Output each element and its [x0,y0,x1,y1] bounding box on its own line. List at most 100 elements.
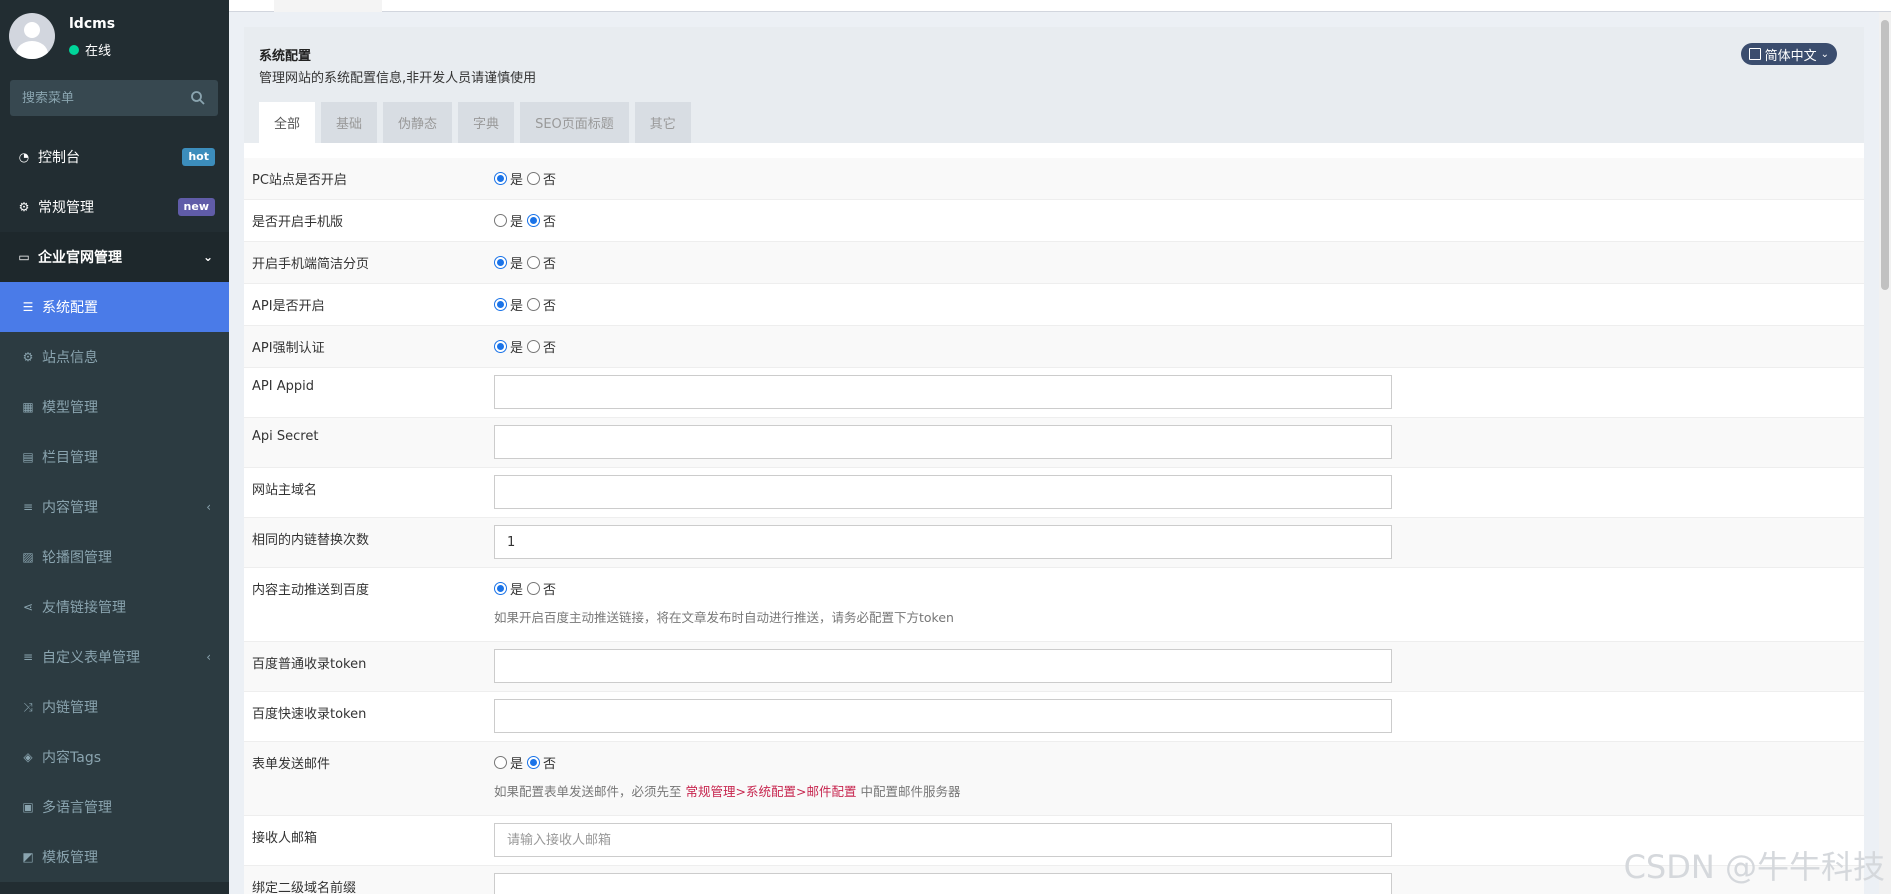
radio-yes[interactable] [494,340,507,353]
sidebar-item-label: 内容管理 [42,500,98,516]
tags-icon: ◈ [23,750,33,764]
radio-no[interactable] [527,340,541,353]
chevron-left-icon: ‹ [206,500,211,514]
online-dot-icon [69,44,79,55]
gear-icon: ⚙ [22,350,34,364]
radio-yes[interactable] [494,172,507,185]
sidebar-item-enterprise[interactable]: ▭ 企业官网管理 ⌄ [0,232,229,282]
radio-yes[interactable] [494,582,507,595]
form-row-baidu-push: 内容主动推送到百度 是 否 如果开启百度主动推送链接，将在文章发布时自动进行推送… [244,568,1864,642]
tab-all[interactable]: 全部 [259,102,316,143]
sidebar-item-site-info[interactable]: ⚙ 站点信息 [0,332,229,382]
domain-input[interactable] [494,475,1392,509]
api-appid-input[interactable] [494,375,1392,409]
scrollbar-thumb[interactable] [1881,20,1889,290]
radio-yes[interactable] [494,214,507,227]
chevron-down-icon: ⌄ [1820,48,1829,60]
sidebar-item-label: 栏目管理 [42,450,98,466]
field-label: 相同的内链替换次数 [252,533,370,548]
mail-config-link[interactable]: 常规管理>系统配置>邮件配置 [686,784,857,799]
sidebar-item-models[interactable]: ▦ 模型管理 [0,382,229,432]
top-navbar [229,0,1891,12]
sidebar-item-label: 系统配置 [42,300,98,316]
radio-no[interactable] [527,582,541,595]
image-icon: ▨ [22,550,34,564]
field-label: PC站点是否开启 [252,173,347,188]
sidebar: ldcms 在线 ◔ 控制台 hot ⚙ 常规管理 new ▭ 企业官网管理 ⌄… [0,0,229,894]
tab-dictionary[interactable]: 字典 [458,102,515,143]
form-row-mobile-simple-page: 开启手机端简洁分页 是 否 [244,242,1864,284]
subdomain-prefix-input[interactable] [494,873,1392,894]
sidebar-item-label: 多语言管理 [42,800,112,816]
sidebar-item-carousel[interactable]: ▨ 轮播图管理 [0,532,229,582]
sidebar-item-dashboard[interactable]: ◔ 控制台 hot [0,132,229,182]
mobile-simple-page-radios: 是 否 [494,253,560,272]
menu-search-input[interactable] [10,90,180,106]
receiver-email-input[interactable] [494,823,1392,857]
tab-other[interactable]: 其它 [634,102,691,143]
api-secret-input[interactable] [494,425,1392,459]
file-icon: ▤ [22,450,34,464]
tab-rewrite[interactable]: 伪静态 [383,102,453,143]
sidebar-item-label: 自定义表单管理 [42,650,140,666]
list-icon: ≡ [22,650,34,664]
field-label: 是否开启手机版 [252,215,344,230]
form-row-baidu-fast-token: 百度快速收录token [244,692,1864,742]
sliders-icon: ☰ [22,300,34,314]
sidebar-item-label: 友情链接管理 [42,600,126,616]
sidebar-item-custom-forms[interactable]: ≡ 自定义表单管理 ‹ [0,632,229,682]
baidu-token-input[interactable] [494,649,1392,683]
page-scrollbar[interactable] [1879,12,1891,894]
radio-no[interactable] [527,756,541,769]
new-badge: new [177,198,215,216]
sidebar-item-system-config[interactable]: ☰ 系统配置 [0,282,229,332]
avatar[interactable] [9,13,55,59]
field-label: 内容主动推送到百度 [252,583,370,598]
sidebar-item-friend-links[interactable]: ⋖ 友情链接管理 [0,582,229,632]
sidebar-item-general[interactable]: ⚙ 常规管理 new [0,182,229,232]
search-icon[interactable] [190,90,206,106]
radio-no[interactable] [527,172,541,185]
help-text: 如果配置表单发送邮件，必须先至 常规管理>系统配置>邮件配置 中配置邮件服务器 [494,784,961,799]
tab-basic[interactable]: 基础 [321,102,378,143]
baidu-fast-token-input[interactable] [494,699,1392,733]
pc-open-radios: 是 否 [494,169,560,188]
grid-icon: ▦ [22,400,34,414]
field-label: API Appid [252,379,314,394]
link-replace-times-input[interactable] [494,525,1392,559]
sidebar-item-languages[interactable]: ▣ 多语言管理 [0,782,229,832]
hot-badge: hot [182,148,215,166]
sidebar-menu: ◔ 控制台 hot ⚙ 常规管理 new ▭ 企业官网管理 ⌄ ☰ 系统配置 ⚙… [0,132,229,882]
sidebar-item-tags[interactable]: ◈ 内容Tags [0,732,229,782]
radio-no[interactable] [527,214,541,227]
sidebar-item-label: 内链管理 [42,700,98,716]
chevron-left-icon: ‹ [206,650,211,664]
top-tab[interactable] [274,0,382,12]
field-label: API强制认证 [252,341,325,356]
sidebar-item-inner-links[interactable]: ⤨ 内链管理 [0,682,229,732]
sidebar-submenu: ☰ 系统配置 ⚙ 站点信息 ▦ 模型管理 ▤ 栏目管理 ≡ 内容管理 ‹ ▨ 轮… [0,282,229,882]
field-label: 绑定二级域名前缀 [252,881,357,894]
tab-seo-title[interactable]: SEO页面标题 [520,102,629,143]
config-form: PC站点是否开启 是 否 是否开启手机版 是 否 开启手机端简洁分页 是 否 A… [244,158,1864,894]
template-icon: ◩ [22,850,34,864]
radio-no[interactable] [527,256,541,269]
language-select-button[interactable]: 简体中文 ⌄ [1740,43,1837,65]
field-label: 百度快速收录token [252,707,367,722]
radio-yes[interactable] [494,756,507,769]
desktop-icon: ▭ [18,250,30,264]
user-name: ldcms [69,16,116,32]
radio-yes[interactable] [494,256,507,269]
user-status-text: 在线 [85,44,112,59]
radio-yes[interactable] [494,298,507,311]
sidebar-item-content[interactable]: ≡ 内容管理 ‹ [0,482,229,532]
form-row-subdomain-prefix: 绑定二级域名前缀 [244,866,1864,894]
radio-no[interactable] [527,298,541,311]
watermark: CSDN @牛牛科技 [1623,848,1885,886]
random-icon: ⤨ [23,699,33,714]
user-status: 在线 [69,40,111,59]
sidebar-item-templates[interactable]: ◩ 模板管理 [0,832,229,882]
share-icon: ⋖ [22,600,34,614]
config-panel: 系统配置 管理网站的系统配置信息,非开发人员请谨慎使用 简体中文 ⌄ 全部 基础… [244,27,1864,894]
sidebar-item-columns[interactable]: ▤ 栏目管理 [0,432,229,482]
